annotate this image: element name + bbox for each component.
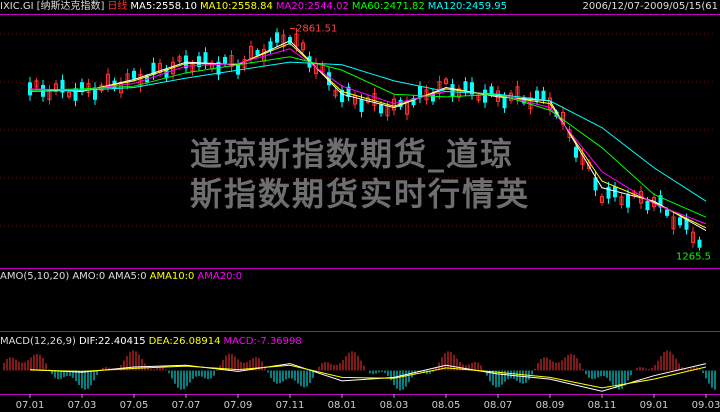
candle-body bbox=[502, 96, 507, 109]
amo-readout: AMO:0 bbox=[72, 271, 106, 282]
series-line-ma20 bbox=[29, 48, 707, 225]
symbol-code: IXIC.GI bbox=[0, 1, 34, 12]
dif-readout: DIF:22.40415 bbox=[78, 336, 146, 347]
candle-body bbox=[236, 63, 240, 75]
x-tick-label: 07.09 bbox=[224, 400, 253, 411]
x-tick-label: 09.01 bbox=[640, 400, 669, 411]
amo5-readout: AMA5:0 bbox=[108, 271, 147, 282]
ma60-readout: MA60:2471.82 bbox=[351, 1, 425, 12]
candle-body bbox=[574, 146, 578, 158]
candle-body bbox=[255, 50, 260, 56]
candle-body bbox=[223, 56, 227, 65]
x-tick-label: 08.11 bbox=[588, 400, 617, 411]
amo-label: AMO(5,10,20) bbox=[0, 271, 70, 282]
macd-dea-line bbox=[29, 364, 707, 389]
candle-body bbox=[697, 239, 702, 248]
candle-body bbox=[132, 70, 136, 79]
date-range-label: 2006/12/07-2009/05/15(61 bbox=[582, 1, 718, 12]
candle-body bbox=[203, 52, 208, 65]
chart-canvas[interactable]: 2861.51 1265.5 07.01 07.03 07.05 07.07 07.09 07… bbox=[0, 0, 720, 412]
series-line-ma120 bbox=[29, 61, 707, 202]
ma120-readout: MA120:2459.95 bbox=[427, 1, 508, 12]
price-low-label: 1265.5 bbox=[676, 251, 711, 262]
ma20-readout: MA20:2544.02 bbox=[275, 1, 349, 12]
candle-body bbox=[678, 217, 682, 226]
macd-label: MACD(12,26,9) bbox=[0, 336, 76, 347]
main-chart-header: IXIC.GI [纳斯达克指数] 日线 MA5:2558.10 MA10:2558.84… bbox=[0, 0, 510, 14]
x-tick-label: 07.07 bbox=[172, 400, 201, 411]
ma10-readout: MA10:2558.84 bbox=[199, 1, 273, 12]
candle-body bbox=[593, 177, 598, 191]
index-name: [纳斯达克指数] bbox=[36, 1, 105, 12]
x-tick-label: 08.03 bbox=[380, 400, 409, 411]
x-tick-label: 08.07 bbox=[484, 400, 513, 411]
x-tick-label: 08.01 bbox=[328, 400, 357, 411]
candle-body bbox=[645, 200, 650, 211]
stock-chart-window: 2861.51 1265.5 07.01 07.03 07.05 07.07 07.09 07… bbox=[0, 0, 720, 412]
candle-body bbox=[463, 81, 468, 92]
amo20-readout: AMA20:0 bbox=[197, 271, 243, 282]
x-tick-label: 07.03 bbox=[68, 400, 97, 411]
candle-body bbox=[379, 104, 383, 114]
amo10-readout: AMA10:0 bbox=[149, 271, 195, 282]
series-line-ma10 bbox=[29, 42, 707, 229]
macd-readout: MACD:-7.36998 bbox=[223, 336, 302, 347]
x-tick-label: 08.09 bbox=[536, 400, 565, 411]
x-tick-label: 07.05 bbox=[120, 400, 149, 411]
macd-header: MACD(12,26,9) DIF:22.40415 DEA:26.08914 MAC… bbox=[0, 335, 305, 349]
candle-body bbox=[359, 99, 364, 112]
period-label[interactable]: 日线 bbox=[107, 1, 127, 12]
amo-header: AMO(5,10,20) AMO:0 AMA5:0 AMA10:0 AMA20:0 bbox=[0, 270, 245, 284]
x-tick-label: 07.01 bbox=[16, 400, 45, 411]
candle-body bbox=[665, 209, 669, 216]
candle-body bbox=[541, 90, 546, 101]
candle-body bbox=[626, 194, 630, 208]
ma5-readout: MA5:2558.10 bbox=[130, 1, 197, 12]
candle-body bbox=[275, 32, 279, 43]
x-tick-label: 07.11 bbox=[276, 400, 305, 411]
candle-body bbox=[483, 89, 487, 103]
price-high-label: 2861.51 bbox=[296, 23, 337, 34]
x-tick-label: 08.05 bbox=[432, 400, 461, 411]
candle-body bbox=[489, 86, 494, 95]
x-tick-label: 09.03 bbox=[692, 400, 720, 411]
series-line-ma5 bbox=[29, 40, 707, 232]
dea-readout: DEA:26.08914 bbox=[148, 336, 221, 347]
